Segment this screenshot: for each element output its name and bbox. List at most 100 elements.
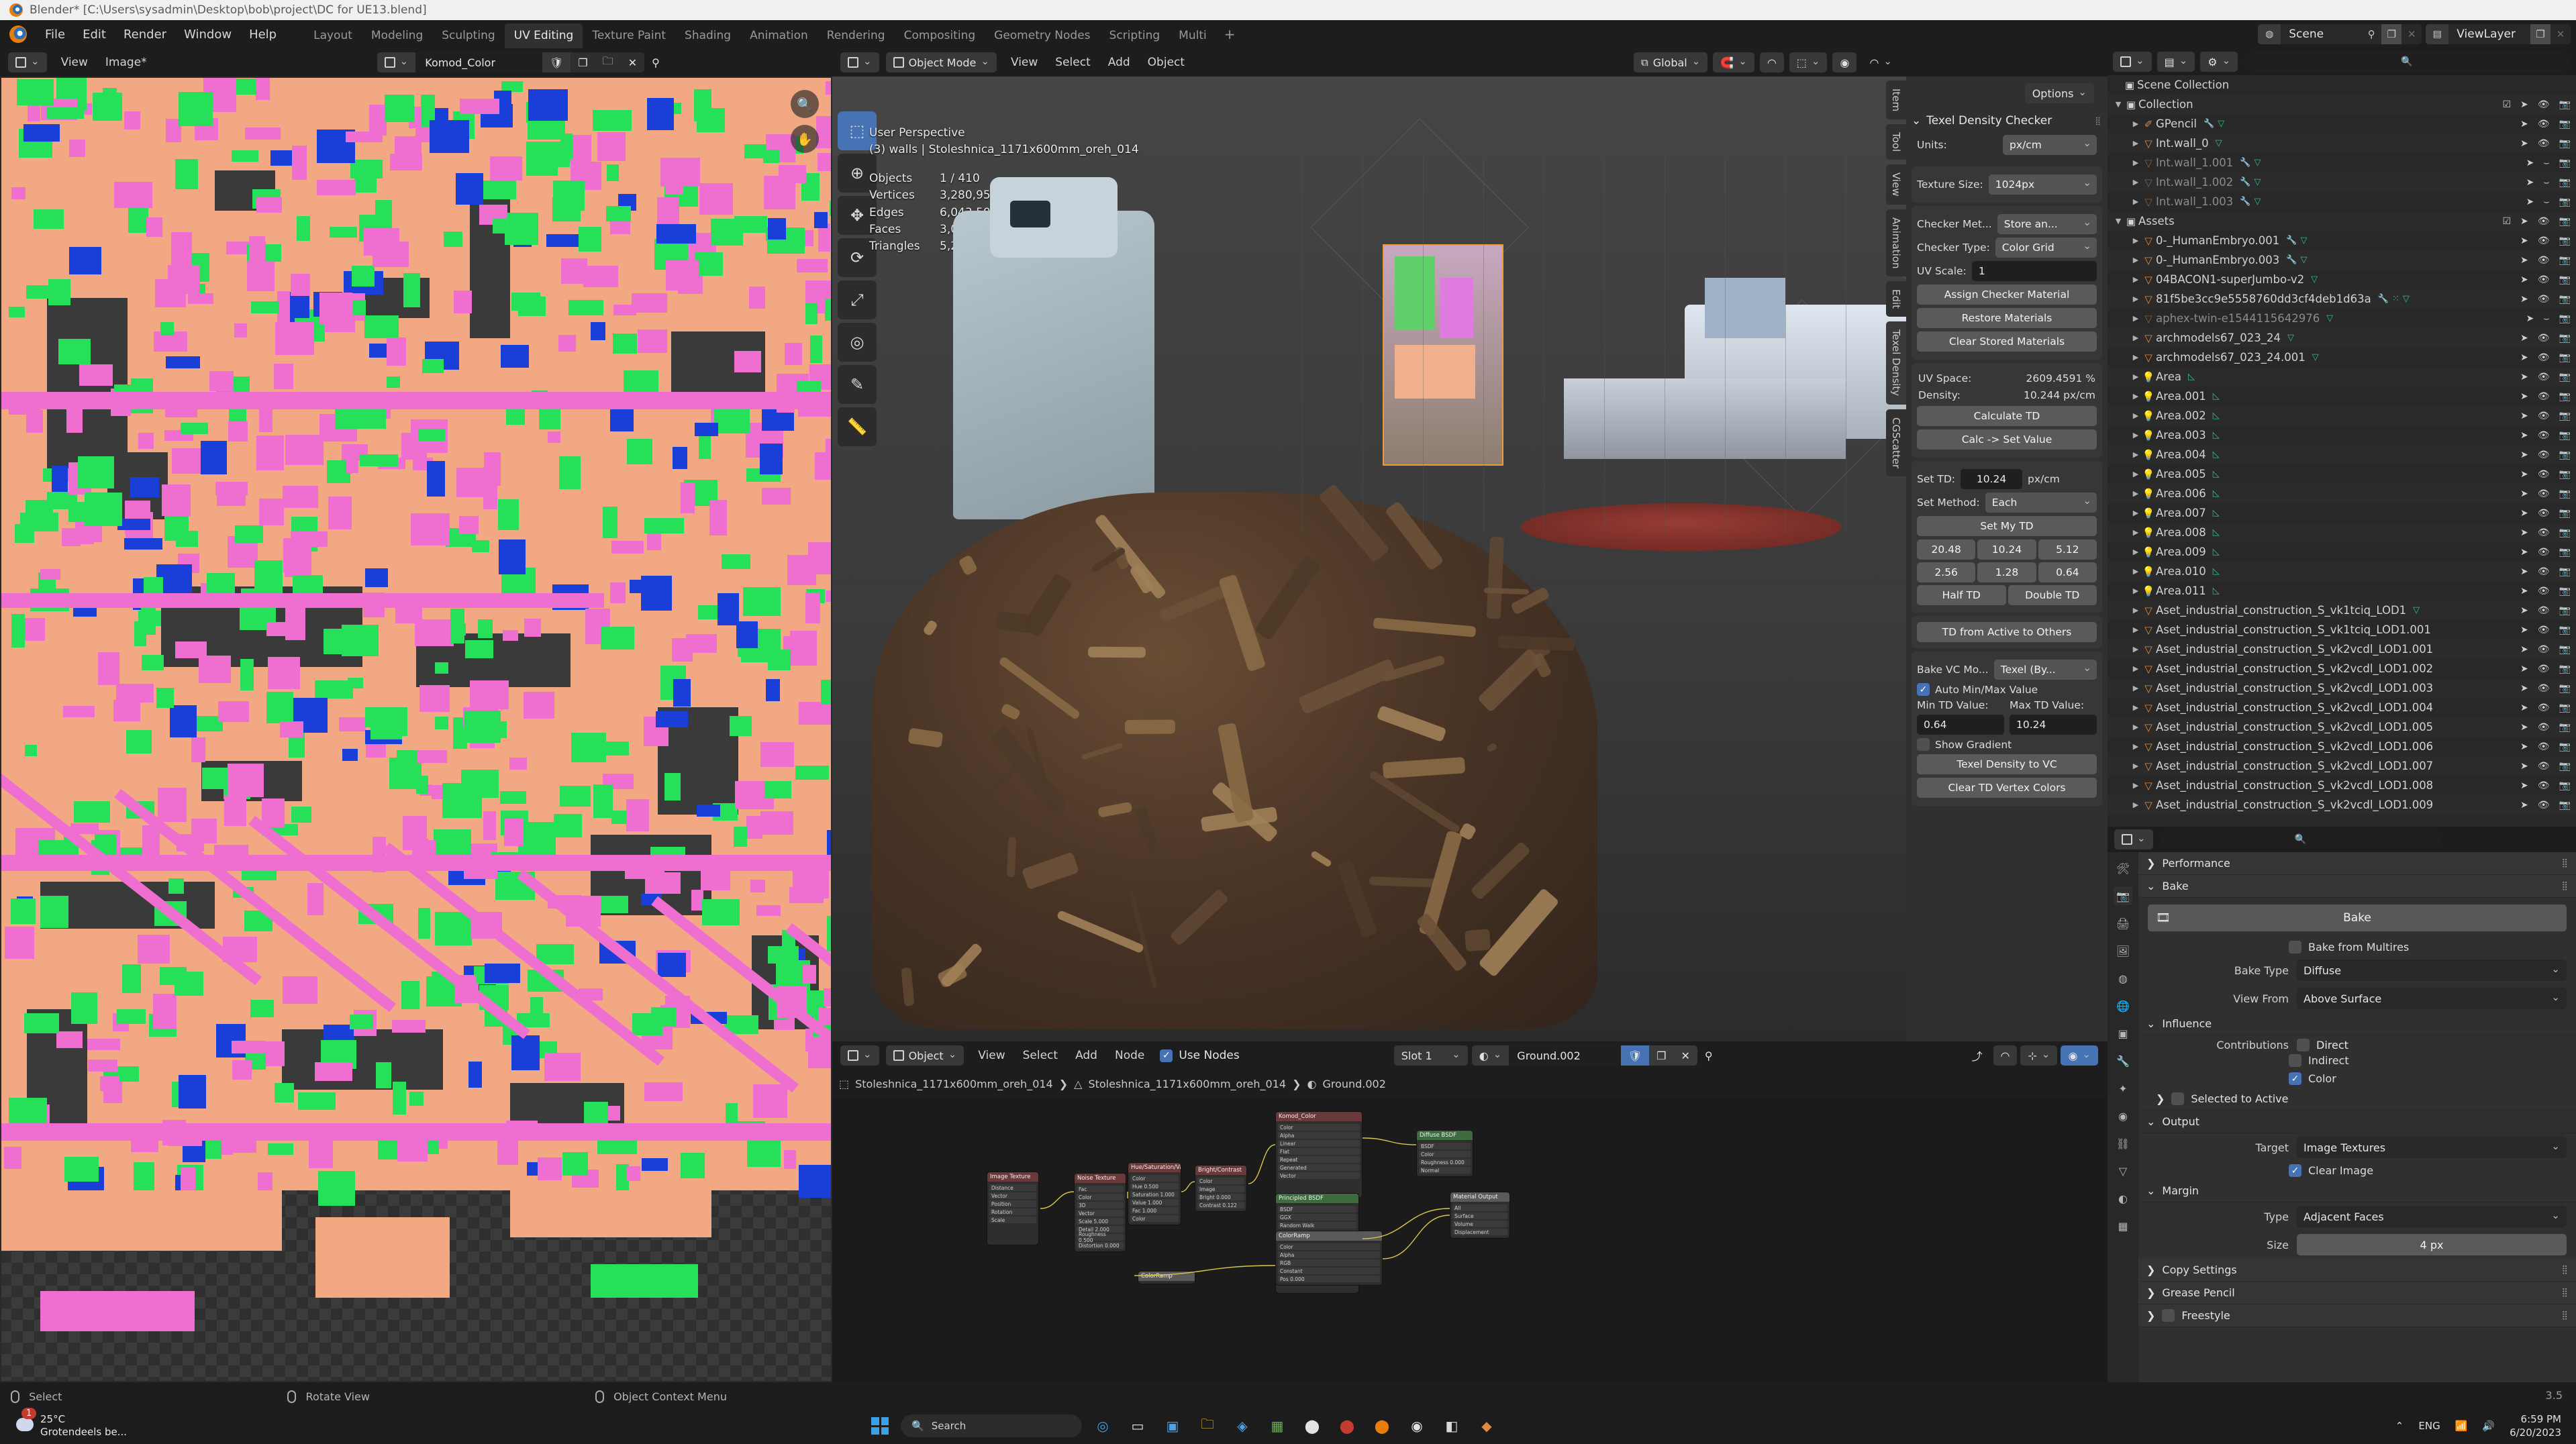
shader-node-socket-row[interactable]: Hue 0.500 bbox=[1130, 1183, 1179, 1190]
outliner-tree[interactable]: ▣ Scene Collection ▼ ▣ Collection ☑ ➤ 👁 📷 ▶ ✐ GPe… bbox=[2108, 75, 2576, 827]
hide-closed-eye-icon[interactable]: ⌣ bbox=[2543, 197, 2549, 207]
disclosure-closed-icon[interactable]: ▶ bbox=[2130, 664, 2141, 673]
shader-node-socket-row[interactable]: Distortion 0.000 bbox=[1077, 1242, 1124, 1249]
disclosure-open-icon[interactable]: ▼ bbox=[2113, 100, 2124, 109]
npanel-tab-item[interactable]: Item bbox=[1886, 81, 1906, 119]
visibility-eye-icon[interactable]: 👁 bbox=[2538, 391, 2550, 402]
render-camera-icon[interactable]: 📷 bbox=[2559, 605, 2571, 616]
contribution-indirect[interactable]: Indirect bbox=[2138, 1051, 2576, 1070]
outliner-row[interactable]: ▶ ▽ Aset_industrial_construction_S_vk2vcdl… bbox=[2108, 639, 2576, 659]
selectable-cursor-icon[interactable]: ➤ bbox=[2520, 469, 2528, 480]
selectable-cursor-icon[interactable]: ➤ bbox=[2520, 566, 2528, 577]
shader-node-socket-row[interactable]: Fac bbox=[1077, 1186, 1124, 1192]
td-active-to-others-button[interactable]: TD from Active to Others bbox=[1917, 622, 2097, 642]
section-output[interactable]: ⌄ Output bbox=[2138, 1111, 2576, 1133]
checker-type-dropdown[interactable]: Color Grid bbox=[1995, 238, 2097, 258]
topbar-menu-file[interactable]: File bbox=[36, 25, 74, 44]
shader-node-socket-row[interactable]: Vector bbox=[1278, 1172, 1360, 1179]
selected-to-active-checkbox[interactable] bbox=[2171, 1092, 2184, 1105]
collection-enable-checkbox[interactable]: ☑ bbox=[2502, 216, 2511, 227]
shader-node[interactable]: Material Output All Surface Volume Displacem… bbox=[1450, 1192, 1510, 1239]
selectable-cursor-icon[interactable]: ➤ bbox=[2520, 352, 2528, 363]
outliner-filter-icon[interactable]: ⚙ bbox=[2200, 52, 2238, 72]
viewport-menu-object[interactable]: Object bbox=[1139, 54, 1193, 71]
outliner-row[interactable]: ▶ ▽ Int.wall_1.003 🔧 ▽ ➤ ⌣ 📷 bbox=[2108, 192, 2576, 211]
outliner-row[interactable]: ▶ 💡 Area.006 ◺ ➤ 👁 📷 bbox=[2108, 484, 2576, 503]
shading-mode-group[interactable]: ⬚ bbox=[1789, 52, 1828, 72]
units-dropdown[interactable]: px/cm bbox=[2003, 135, 2097, 155]
material-name-field[interactable]: Ground.002 bbox=[1509, 1045, 1620, 1066]
selectable-cursor-icon[interactable]: ➤ bbox=[2526, 197, 2534, 207]
render-camera-icon[interactable]: 📷 bbox=[2559, 236, 2571, 246]
show-hidden-icons-icon[interactable]: ⌃ bbox=[2395, 1420, 2404, 1432]
shader-node[interactable]: Image Texture Distance Vector Position Rotat… bbox=[987, 1172, 1039, 1245]
td-preset-button[interactable]: 10.24 bbox=[1977, 539, 2036, 560]
workspace-tab-layout[interactable]: Layout bbox=[304, 23, 362, 48]
max-td-value-field[interactable]: 10.24 bbox=[2010, 715, 2097, 735]
material-browse-icon[interactable]: ◐ bbox=[1472, 1045, 1509, 1066]
visibility-eye-icon[interactable]: 👁 bbox=[2538, 761, 2550, 772]
selectable-cursor-icon[interactable]: ➤ bbox=[2520, 722, 2528, 733]
tool-transform-icon[interactable]: ◎ bbox=[838, 323, 877, 362]
outliner-row[interactable]: ▶ ▽ archmodels67_023_24 ▽ ➤ 👁 📷 bbox=[2108, 328, 2576, 348]
chrome-icon[interactable]: ⬤ bbox=[1298, 1412, 1326, 1440]
add-workspace-button[interactable]: + bbox=[1216, 23, 1244, 45]
render-camera-icon[interactable]: 📷 bbox=[2559, 703, 2571, 713]
render-camera-icon[interactable]: 📷 bbox=[2559, 313, 2571, 324]
unlink-material-icon[interactable]: ✕ bbox=[1673, 1045, 1697, 1066]
disclosure-closed-icon[interactable]: ▶ bbox=[2130, 158, 2141, 167]
selectable-cursor-icon[interactable]: ➤ bbox=[2520, 605, 2528, 616]
visibility-eye-icon[interactable]: 👁 bbox=[2538, 586, 2550, 597]
use-nodes-toggle[interactable]: ✓ Use Nodes bbox=[1160, 1049, 1239, 1062]
shader-node-socket-row[interactable]: Normal bbox=[1419, 1167, 1471, 1174]
render-camera-icon[interactable]: 📷 bbox=[2559, 352, 2571, 363]
viewport-menu-view[interactable]: View bbox=[1002, 54, 1046, 71]
delete-viewlayer-icon[interactable]: ✕ bbox=[2550, 24, 2571, 44]
disclosure-closed-icon[interactable]: ▶ bbox=[2130, 586, 2141, 595]
disclosure-closed-icon[interactable]: ▶ bbox=[2130, 333, 2141, 342]
shader-node-socket-row[interactable]: Flat bbox=[1278, 1148, 1360, 1155]
disclosure-closed-icon[interactable]: ▶ bbox=[2130, 275, 2141, 284]
copy-scene-icon[interactable]: ❐ bbox=[2381, 24, 2401, 44]
disclosure-closed-icon[interactable]: ▶ bbox=[2130, 781, 2141, 790]
shader-node-socket-row[interactable]: Alpha bbox=[1278, 1132, 1360, 1139]
selectable-cursor-icon[interactable]: ➤ bbox=[2520, 138, 2528, 149]
selectable-cursor-icon[interactable]: ➤ bbox=[2520, 780, 2528, 791]
shader-node-socket-row[interactable]: Color bbox=[1130, 1215, 1179, 1222]
render-camera-icon[interactable]: 📷 bbox=[2559, 294, 2571, 305]
shader-node[interactable]: Diffuse BSDF BSDF Color Roughness 0.000 Norm… bbox=[1416, 1130, 1473, 1177]
section-performance[interactable]: ❯ Performance ⣿ bbox=[2138, 852, 2576, 875]
half-td-button[interactable]: Half TD bbox=[1917, 585, 2006, 605]
outliner-row[interactable]: ▶ ▽ Aset_industrial_construction_S_vk2vcdl… bbox=[2108, 737, 2576, 756]
shader-menu-view[interactable]: View bbox=[969, 1047, 1013, 1064]
outliner-row-scene-collection[interactable]: ▣ Scene Collection bbox=[2108, 75, 2576, 95]
selectable-cursor-icon[interactable]: ➤ bbox=[2520, 741, 2528, 752]
shader-node-socket-row[interactable]: Color bbox=[1197, 1178, 1244, 1184]
tab-view-layer[interactable]: 🖼 bbox=[2114, 941, 2132, 960]
outliner-row[interactable]: ▼ ▣ Collection ☑ ➤ 👁 📷 bbox=[2108, 95, 2576, 114]
selectable-cursor-icon[interactable]: ➤ bbox=[2520, 119, 2528, 130]
disclosure-closed-icon[interactable]: ▶ bbox=[2130, 606, 2141, 615]
margin-size-slider[interactable]: 4 px bbox=[2297, 1234, 2567, 1255]
workspace-tab-geometry-nodes[interactable]: Geometry Nodes bbox=[985, 23, 1099, 48]
shader-node-socket-row[interactable]: Linear bbox=[1278, 1140, 1360, 1147]
viewlayer-name[interactable]: ViewLayer bbox=[2448, 28, 2530, 41]
show-gradient-checkbox[interactable] bbox=[1917, 738, 1930, 751]
disclosure-closed-icon[interactable]: ▶ bbox=[2130, 411, 2141, 420]
workspace-tab-modeling[interactable]: Modeling bbox=[362, 23, 432, 48]
bake-button[interactable]: 🎞 Bake bbox=[2148, 905, 2567, 931]
section-copy-settings[interactable]: ❯ Copy Settings ⣿ bbox=[2138, 1259, 2576, 1282]
shader-node-socket-row[interactable]: Color bbox=[1278, 1124, 1360, 1131]
shader-menu-add[interactable]: Add bbox=[1067, 1047, 1106, 1064]
workspace-tab-scripting[interactable]: Scripting bbox=[1100, 23, 1170, 48]
render-camera-icon[interactable]: 📷 bbox=[2559, 274, 2571, 285]
visibility-eye-icon[interactable]: 👁 bbox=[2538, 372, 2550, 382]
image-browse-button[interactable] bbox=[377, 52, 416, 72]
bake-vc-mode-dropdown[interactable]: Texel (By... bbox=[1994, 660, 2097, 680]
shader-node-socket-row[interactable]: Roughness 0.500 bbox=[1077, 1234, 1124, 1241]
outliner-row[interactable]: ▶ ▽ 81f5be3cc9e5558760dd3cf4deb1d63a 🔧 ⁙ ▽ ➤ 👁 📷 bbox=[2108, 289, 2576, 309]
visibility-eye-icon[interactable]: 👁 bbox=[2538, 703, 2550, 713]
td-preset-button[interactable]: 20.48 bbox=[1917, 539, 1975, 560]
tab-object-data[interactable]: ▽ bbox=[2114, 1162, 2132, 1180]
disclosure-closed-icon[interactable]: ▶ bbox=[2130, 236, 2141, 245]
